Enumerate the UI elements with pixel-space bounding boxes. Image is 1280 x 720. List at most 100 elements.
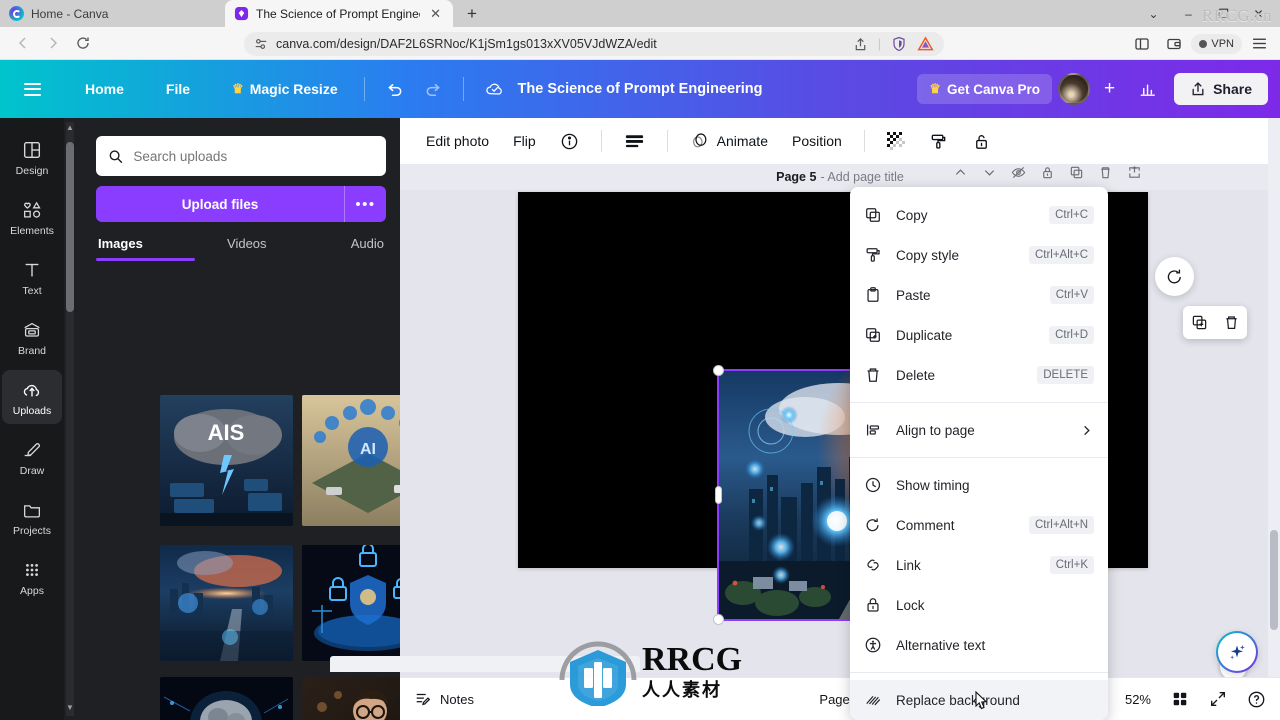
redo-icon[interactable] bbox=[414, 74, 453, 105]
wallet-icon[interactable] bbox=[1159, 27, 1189, 60]
address-bar[interactable]: canva.com/design/DAF2L6SRNoc/K1jSm1gs013… bbox=[244, 32, 944, 56]
zoom-level[interactable]: 52% bbox=[1125, 692, 1151, 707]
menu-home[interactable]: Home bbox=[75, 75, 134, 103]
duplicate-page-icon[interactable] bbox=[1069, 165, 1084, 180]
upload-thumbnail[interactable]: AIS bbox=[160, 395, 293, 526]
search-uploads-box[interactable] bbox=[96, 136, 386, 176]
sidebar-item-draw[interactable]: Draw bbox=[2, 430, 62, 484]
tab-images[interactable]: Images bbox=[96, 232, 145, 255]
expand-page-icon[interactable] bbox=[1127, 165, 1142, 180]
edit-photo-button[interactable]: Edit photo bbox=[416, 126, 499, 156]
sparkle-icon bbox=[1230, 645, 1245, 660]
context-menu-item-link[interactable]: Link Ctrl+K bbox=[850, 545, 1108, 585]
context-menu-item-delete[interactable]: Delete DELETE bbox=[850, 355, 1108, 395]
info-icon[interactable] bbox=[550, 125, 589, 158]
panel-scrollbar-thumb[interactable] bbox=[66, 142, 74, 312]
sidebar-toggle-icon[interactable] bbox=[1127, 27, 1157, 60]
browser-menu-icon[interactable] bbox=[1244, 27, 1274, 60]
magic-studio-button[interactable] bbox=[1216, 631, 1258, 673]
add-collaborator-button[interactable]: + bbox=[1096, 78, 1123, 100]
insights-icon[interactable] bbox=[1129, 74, 1168, 105]
chevron-down-icon[interactable] bbox=[982, 165, 997, 180]
back-icon[interactable] bbox=[8, 27, 38, 60]
context-menu-item-replace-background[interactable]: Replace background bbox=[850, 680, 1108, 720]
context-menu-item-duplicate[interactable]: Duplicate Ctrl+D bbox=[850, 315, 1108, 355]
minimize-button[interactable]: – bbox=[1171, 0, 1206, 27]
sidebar-item-elements[interactable]: Elements bbox=[2, 190, 62, 244]
copy-style-icon[interactable] bbox=[919, 125, 958, 158]
fullscreen-icon[interactable] bbox=[1209, 690, 1227, 708]
browser-tab-design[interactable]: The Science of Prompt Engineeri ✕ bbox=[225, 0, 453, 27]
context-menu-item-alternative-text[interactable]: Alternative text bbox=[850, 625, 1108, 665]
reload-icon[interactable] bbox=[68, 27, 98, 60]
scroll-up-arrow[interactable]: ▲ bbox=[66, 124, 74, 132]
search-input[interactable] bbox=[133, 148, 374, 164]
upload-thumbnail[interactable] bbox=[302, 545, 400, 661]
sidebar-item-projects[interactable]: Projects bbox=[2, 490, 62, 544]
position-button[interactable]: Position bbox=[782, 126, 852, 156]
context-menu-item-lock[interactable]: Lock bbox=[850, 585, 1108, 625]
add-comment-button[interactable] bbox=[1155, 257, 1194, 296]
chevron-up-icon[interactable] bbox=[953, 165, 968, 180]
sidebar-item-brand[interactable]: Brand bbox=[2, 310, 62, 364]
upload-files-button[interactable]: Upload files bbox=[96, 186, 344, 222]
brave-shield-icon[interactable] bbox=[891, 36, 907, 52]
new-tab-button[interactable]: + bbox=[462, 4, 482, 24]
grid-view-icon[interactable] bbox=[1171, 690, 1189, 708]
sidebar-item-apps[interactable]: Apps bbox=[2, 550, 62, 604]
document-title[interactable]: The Science of Prompt Engineering bbox=[518, 81, 763, 97]
resize-handle-bottom-left[interactable] bbox=[713, 614, 724, 625]
context-menu-item-show-timing[interactable]: Show timing bbox=[850, 465, 1108, 505]
sidebar-item-design[interactable]: Design bbox=[2, 130, 62, 184]
upload-thumbnail[interactable] bbox=[302, 677, 400, 720]
avatar[interactable] bbox=[1057, 73, 1090, 105]
context-menu-item-copy-style[interactable]: Copy style Ctrl+Alt+C bbox=[850, 235, 1108, 275]
flip-button[interactable]: Flip bbox=[503, 126, 546, 156]
tab-search-button[interactable]: ⌄ bbox=[1136, 0, 1171, 27]
forward-icon[interactable] bbox=[38, 27, 68, 60]
brave-triangle-icon[interactable] bbox=[917, 36, 934, 52]
link-icon bbox=[867, 559, 879, 571]
animate-button[interactable]: Animate bbox=[680, 124, 778, 158]
menu-file[interactable]: File bbox=[156, 75, 200, 103]
cloud-saved-icon[interactable] bbox=[474, 72, 516, 106]
hide-page-icon[interactable] bbox=[1011, 165, 1026, 180]
vpn-button[interactable]: VPN bbox=[1191, 33, 1242, 54]
share-button[interactable]: Share bbox=[1174, 73, 1268, 105]
main-menu-icon[interactable] bbox=[16, 75, 49, 104]
browser-tab-home[interactable]: Home - Canva bbox=[0, 0, 218, 27]
delete-icon[interactable] bbox=[1223, 314, 1240, 331]
share-page-icon[interactable] bbox=[853, 37, 868, 52]
scroll-down-arrow[interactable]: ▼ bbox=[66, 704, 74, 712]
context-menu-item-comment[interactable]: Comment Ctrl+Alt+N bbox=[850, 505, 1108, 545]
help-icon[interactable] bbox=[1247, 690, 1266, 709]
tab-audio[interactable]: Audio bbox=[349, 232, 386, 255]
lock-page-icon[interactable] bbox=[1040, 165, 1055, 180]
tab-videos[interactable]: Videos bbox=[225, 232, 269, 255]
resize-handle-left[interactable] bbox=[715, 486, 722, 504]
menu-magic-resize[interactable]: ♛ Magic Resize bbox=[222, 75, 348, 103]
notes-button[interactable]: Notes bbox=[414, 690, 474, 708]
left-rail: Design Elements Text Brand Uploads Draw … bbox=[0, 118, 64, 720]
upload-thumbnail[interactable]: AI bbox=[302, 395, 400, 526]
get-canva-pro-label: Get Canva Pro bbox=[946, 81, 1040, 97]
close-icon[interactable]: ✕ bbox=[427, 5, 444, 22]
undo-icon[interactable] bbox=[375, 74, 414, 105]
align-lines-icon[interactable] bbox=[614, 126, 655, 156]
sidebar-item-text[interactable]: Text bbox=[2, 250, 62, 304]
delete-page-icon[interactable] bbox=[1098, 165, 1113, 180]
duplicate-icon[interactable] bbox=[1191, 314, 1208, 331]
resize-handle-top-left[interactable] bbox=[713, 365, 724, 376]
upload-thumbnail[interactable] bbox=[160, 677, 293, 720]
context-menu-item-copy[interactable]: Copy Ctrl+C bbox=[850, 195, 1108, 235]
context-menu-item-paste[interactable]: Paste Ctrl+V bbox=[850, 275, 1108, 315]
editor-scrollbar-thumb[interactable] bbox=[1270, 530, 1278, 630]
transparency-icon[interactable] bbox=[877, 125, 915, 157]
upload-more-button[interactable]: ••• bbox=[344, 186, 386, 222]
lock-icon[interactable] bbox=[962, 125, 1001, 158]
page-title-placeholder[interactable]: - Add page title bbox=[820, 170, 903, 184]
sidebar-item-uploads[interactable]: Uploads bbox=[2, 370, 62, 424]
context-menu-item-align-to-page[interactable]: Align to page bbox=[850, 410, 1108, 450]
upload-thumbnail[interactable] bbox=[160, 545, 293, 661]
get-canva-pro-button[interactable]: ♛ Get Canva Pro bbox=[917, 74, 1052, 104]
